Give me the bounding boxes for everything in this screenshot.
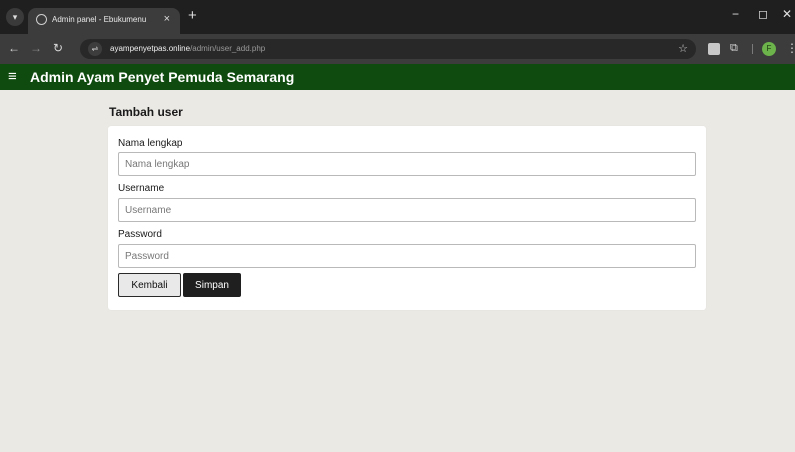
close-window-button[interactable]: ✕ <box>782 7 792 21</box>
kebab-menu-icon[interactable]: ⋮ <box>786 41 795 55</box>
app-title[interactable]: Admin Ayam Penyet Pemuda Semarang <box>30 69 294 85</box>
back-button[interactable]: Kembali <box>118 273 181 297</box>
maximize-button[interactable]: ◻ <box>758 7 768 21</box>
url-text[interactable]: ayampenyetpas.online/admin/user_add.php <box>110 44 265 53</box>
back-arrow-icon[interactable]: ← <box>8 41 20 55</box>
password-label: Password <box>118 229 162 240</box>
forward-arrow-icon[interactable]: → <box>30 41 42 55</box>
puzzle-icon[interactable]: ⧉ <box>730 42 738 55</box>
url-domain: ayampenyetpas.online <box>110 44 191 53</box>
tab-search-icon[interactable]: ▾ <box>6 8 24 26</box>
username-input[interactable] <box>118 198 696 222</box>
fullname-label: Nama lengkap <box>118 138 183 149</box>
browser-tab[interactable]: Admin panel - Ebukumenu × <box>28 8 180 34</box>
browser-tabstrip: ▾ Admin panel - Ebukumenu × + − ◻ ✕ <box>0 0 795 34</box>
save-button[interactable]: Simpan <box>183 273 241 297</box>
username-label: Username <box>118 183 165 194</box>
password-input[interactable] <box>118 244 696 268</box>
star-icon[interactable]: ☆ <box>678 42 688 55</box>
url-path: /admin/user_add.php <box>190 44 266 53</box>
extension-icon[interactable] <box>708 43 720 55</box>
tab-title: Admin panel - Ebukumenu <box>52 15 147 24</box>
app-header: ≡ Admin Ayam Penyet Pemuda Semarang <box>0 64 795 90</box>
site-settings-icon[interactable]: ⇌ <box>88 42 102 56</box>
address-bar[interactable]: ⇌ ayampenyetpas.online/admin/user_add.ph… <box>80 39 696 59</box>
browser-toolbar: ← → ↻ ⇌ ayampenyetpas.online/admin/user_… <box>0 34 795 64</box>
profile-avatar[interactable]: F <box>762 42 776 56</box>
tab-close-icon[interactable]: × <box>164 13 170 25</box>
fullname-input[interactable] <box>118 152 696 176</box>
hamburger-icon[interactable]: ≡ <box>8 68 17 85</box>
globe-icon <box>36 14 47 25</box>
reload-icon[interactable]: ↻ <box>53 41 63 55</box>
page-title: Tambah user <box>109 105 183 119</box>
toolbar-divider <box>752 44 753 54</box>
minimize-button[interactable]: − <box>732 7 739 21</box>
new-tab-button[interactable]: + <box>188 7 197 24</box>
add-user-form: Nama lengkap Username Password Kembali S… <box>108 126 706 310</box>
